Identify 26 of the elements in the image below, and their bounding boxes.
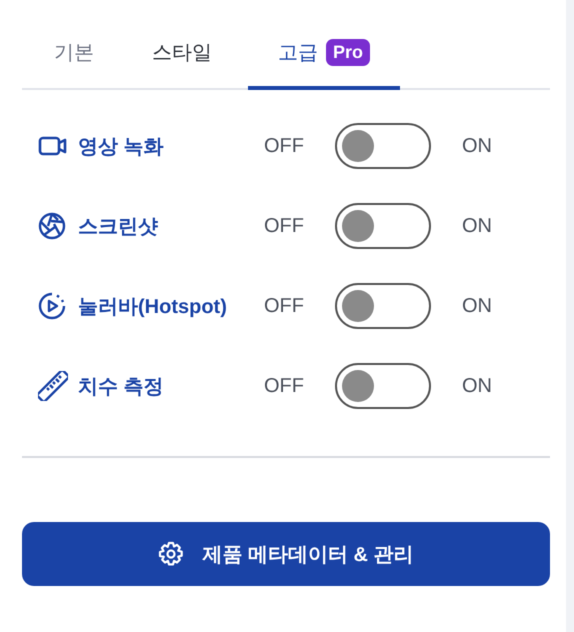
toggle-switch[interactable] bbox=[335, 363, 431, 409]
off-label: OFF bbox=[264, 134, 305, 158]
aperture-icon bbox=[38, 212, 66, 240]
metadata-button[interactable]: 제품 메타데이터 & 관리 bbox=[22, 522, 550, 586]
pro-badge: Pro bbox=[326, 38, 370, 66]
setting-label: 눌러바(Hotspot) bbox=[78, 294, 228, 320]
setting-label: 치수 측정 bbox=[78, 374, 165, 400]
ruler-icon bbox=[38, 371, 68, 401]
tab[interactable]: 고급 Pro bbox=[248, 22, 400, 90]
play-circle-icon bbox=[38, 292, 66, 320]
video-camera-icon bbox=[38, 135, 68, 157]
toggle-switch[interactable] bbox=[335, 123, 431, 169]
on-label: ON bbox=[462, 374, 493, 398]
setting-label: 스크린샷 bbox=[78, 214, 159, 240]
settings-icon bbox=[158, 541, 184, 567]
tab[interactable]: 스타일 bbox=[152, 22, 212, 90]
on-label: ON bbox=[462, 214, 493, 238]
toggle-switch[interactable] bbox=[335, 203, 431, 249]
on-label: ON bbox=[462, 294, 493, 318]
setting-label: 영상 녹화 bbox=[78, 134, 165, 160]
off-label: OFF bbox=[264, 214, 305, 238]
off-label: OFF bbox=[264, 374, 305, 398]
toggle-switch[interactable] bbox=[335, 283, 431, 329]
tab[interactable]: 기본 bbox=[54, 22, 94, 90]
on-label: ON bbox=[462, 134, 493, 158]
off-label: OFF bbox=[264, 294, 305, 318]
